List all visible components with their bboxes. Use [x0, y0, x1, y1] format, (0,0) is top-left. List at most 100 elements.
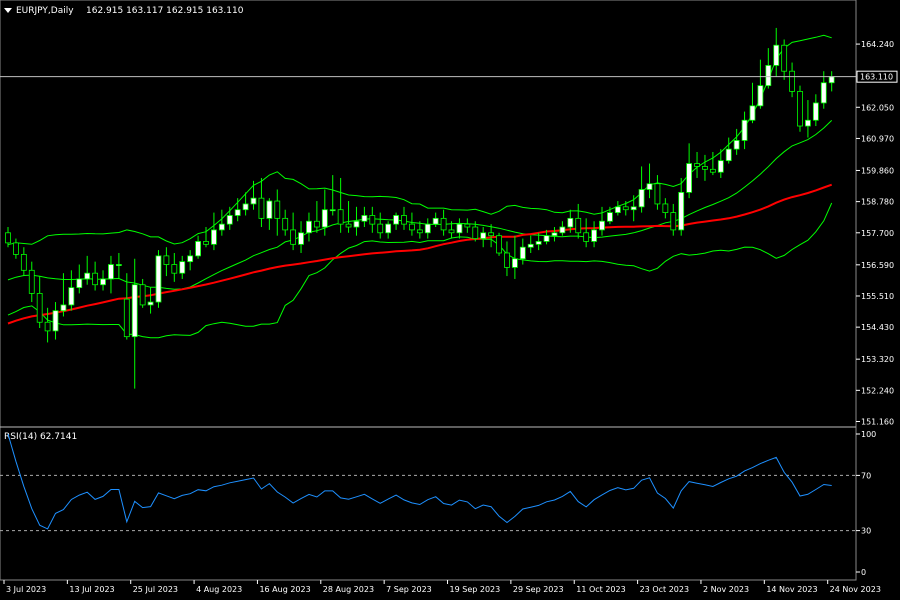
- candle: [139, 278, 146, 308]
- candle-body: [195, 241, 201, 257]
- candle-body: [313, 220, 320, 228]
- candle: [789, 62, 795, 98]
- candle-body: [139, 284, 146, 306]
- candle-body: [274, 200, 281, 219]
- candle: [599, 206, 605, 236]
- price-tick-label: 159.860: [861, 166, 894, 175]
- candle-body: [432, 217, 439, 225]
- candle-body: [52, 310, 59, 332]
- candle-body: [812, 102, 819, 121]
- candle: [313, 201, 320, 233]
- candle: [812, 94, 819, 127]
- candle-body: [773, 44, 780, 66]
- rsi-tick-label: 100: [861, 430, 876, 439]
- price-pane-frame: [0, 0, 857, 428]
- triangle-down-icon[interactable]: [4, 8, 12, 13]
- candle-body: [702, 166, 708, 170]
- candle-body: [805, 119, 811, 127]
- chart-canvas: EURJPY,Daily 162.915 163.117 162.915 163…: [0, 0, 898, 594]
- current-price-label: 163.110: [860, 73, 893, 82]
- candle: [226, 206, 233, 230]
- price-axis: 164.240 162.050 160.970 159.860 158.780 157.7…: [856, 40, 894, 427]
- candle-body: [155, 255, 162, 303]
- candle: [630, 195, 637, 222]
- candle: [258, 177, 265, 228]
- candle-body: [511, 258, 518, 268]
- candle: [828, 71, 835, 92]
- candle: [709, 151, 716, 176]
- candle: [377, 212, 384, 239]
- candle: [274, 189, 281, 236]
- candle: [614, 201, 621, 216]
- candle-body: [28, 269, 35, 294]
- candle-body: [448, 229, 455, 234]
- candle: [702, 154, 708, 181]
- bollinger-upper-line: [7, 34, 832, 246]
- candle-body: [377, 223, 384, 234]
- candle: [36, 276, 43, 329]
- candle-body: [5, 232, 11, 244]
- candle-body: [393, 215, 399, 225]
- candle-body: [551, 232, 558, 237]
- candle: [84, 255, 91, 285]
- candle-body: [559, 226, 566, 234]
- candle: [781, 39, 788, 80]
- time-tick-label: 7 Sep 2023: [386, 585, 432, 594]
- candle-body: [678, 191, 685, 231]
- candle-body: [456, 223, 463, 234]
- candle-body: [68, 287, 75, 306]
- candle: [488, 224, 495, 248]
- price-tick-label: 164.240: [861, 40, 894, 49]
- bollinger-bands: [7, 34, 833, 339]
- candle-body: [440, 217, 447, 231]
- candle-body: [401, 215, 407, 225]
- candle-body: [733, 140, 740, 150]
- candle-body: [694, 163, 700, 167]
- candle-body: [654, 183, 661, 205]
- candle: [52, 302, 59, 340]
- candle: [163, 247, 170, 277]
- candle: [361, 206, 368, 228]
- candle-body: [163, 255, 170, 265]
- candle: [234, 198, 241, 222]
- rsi-axis: 100 70 30 0: [856, 430, 876, 577]
- rsi-indicator: [0, 433, 856, 532]
- candle-body: [725, 148, 732, 162]
- candle: [20, 247, 27, 277]
- candle-body: [13, 242, 19, 255]
- candle-body: [369, 215, 376, 225]
- candle: [424, 218, 431, 239]
- candle-body: [36, 292, 43, 323]
- candle-body: [282, 217, 289, 231]
- moving-average: [7, 183, 833, 325]
- candle: [440, 209, 447, 236]
- candle-body: [757, 85, 764, 107]
- candle-body: [100, 278, 106, 286]
- candle-body: [828, 76, 835, 84]
- candle: [456, 218, 463, 239]
- candle-body: [203, 241, 209, 245]
- rsi-tick-label: 70: [861, 471, 871, 480]
- candle-body: [781, 44, 788, 72]
- candle-body: [409, 223, 415, 231]
- price-tick-label: 151.160: [861, 418, 894, 427]
- candle-body: [226, 215, 233, 225]
- time-tick-label: 28 Aug 2023: [323, 585, 374, 594]
- candle: [266, 198, 273, 230]
- price-tick-label: 162.050: [861, 103, 894, 112]
- candle: [670, 203, 677, 236]
- symbol-label: EURJPY,Daily: [16, 6, 74, 16]
- time-tick-label: 14 Nov 2023: [766, 585, 817, 594]
- candle-body: [115, 264, 122, 266]
- candle-body: [488, 232, 495, 237]
- candle: [678, 177, 685, 236]
- candle-body: [123, 298, 130, 338]
- candle: [575, 203, 582, 239]
- candle-body: [84, 272, 91, 280]
- rsi-tick-label: 30: [861, 527, 871, 536]
- candle-body: [171, 264, 178, 274]
- candle-body: [472, 226, 479, 239]
- candle-body: [591, 229, 597, 242]
- price-tick-label: 156.590: [861, 261, 894, 270]
- time-tick-label: 24 Nov 2023: [830, 585, 881, 594]
